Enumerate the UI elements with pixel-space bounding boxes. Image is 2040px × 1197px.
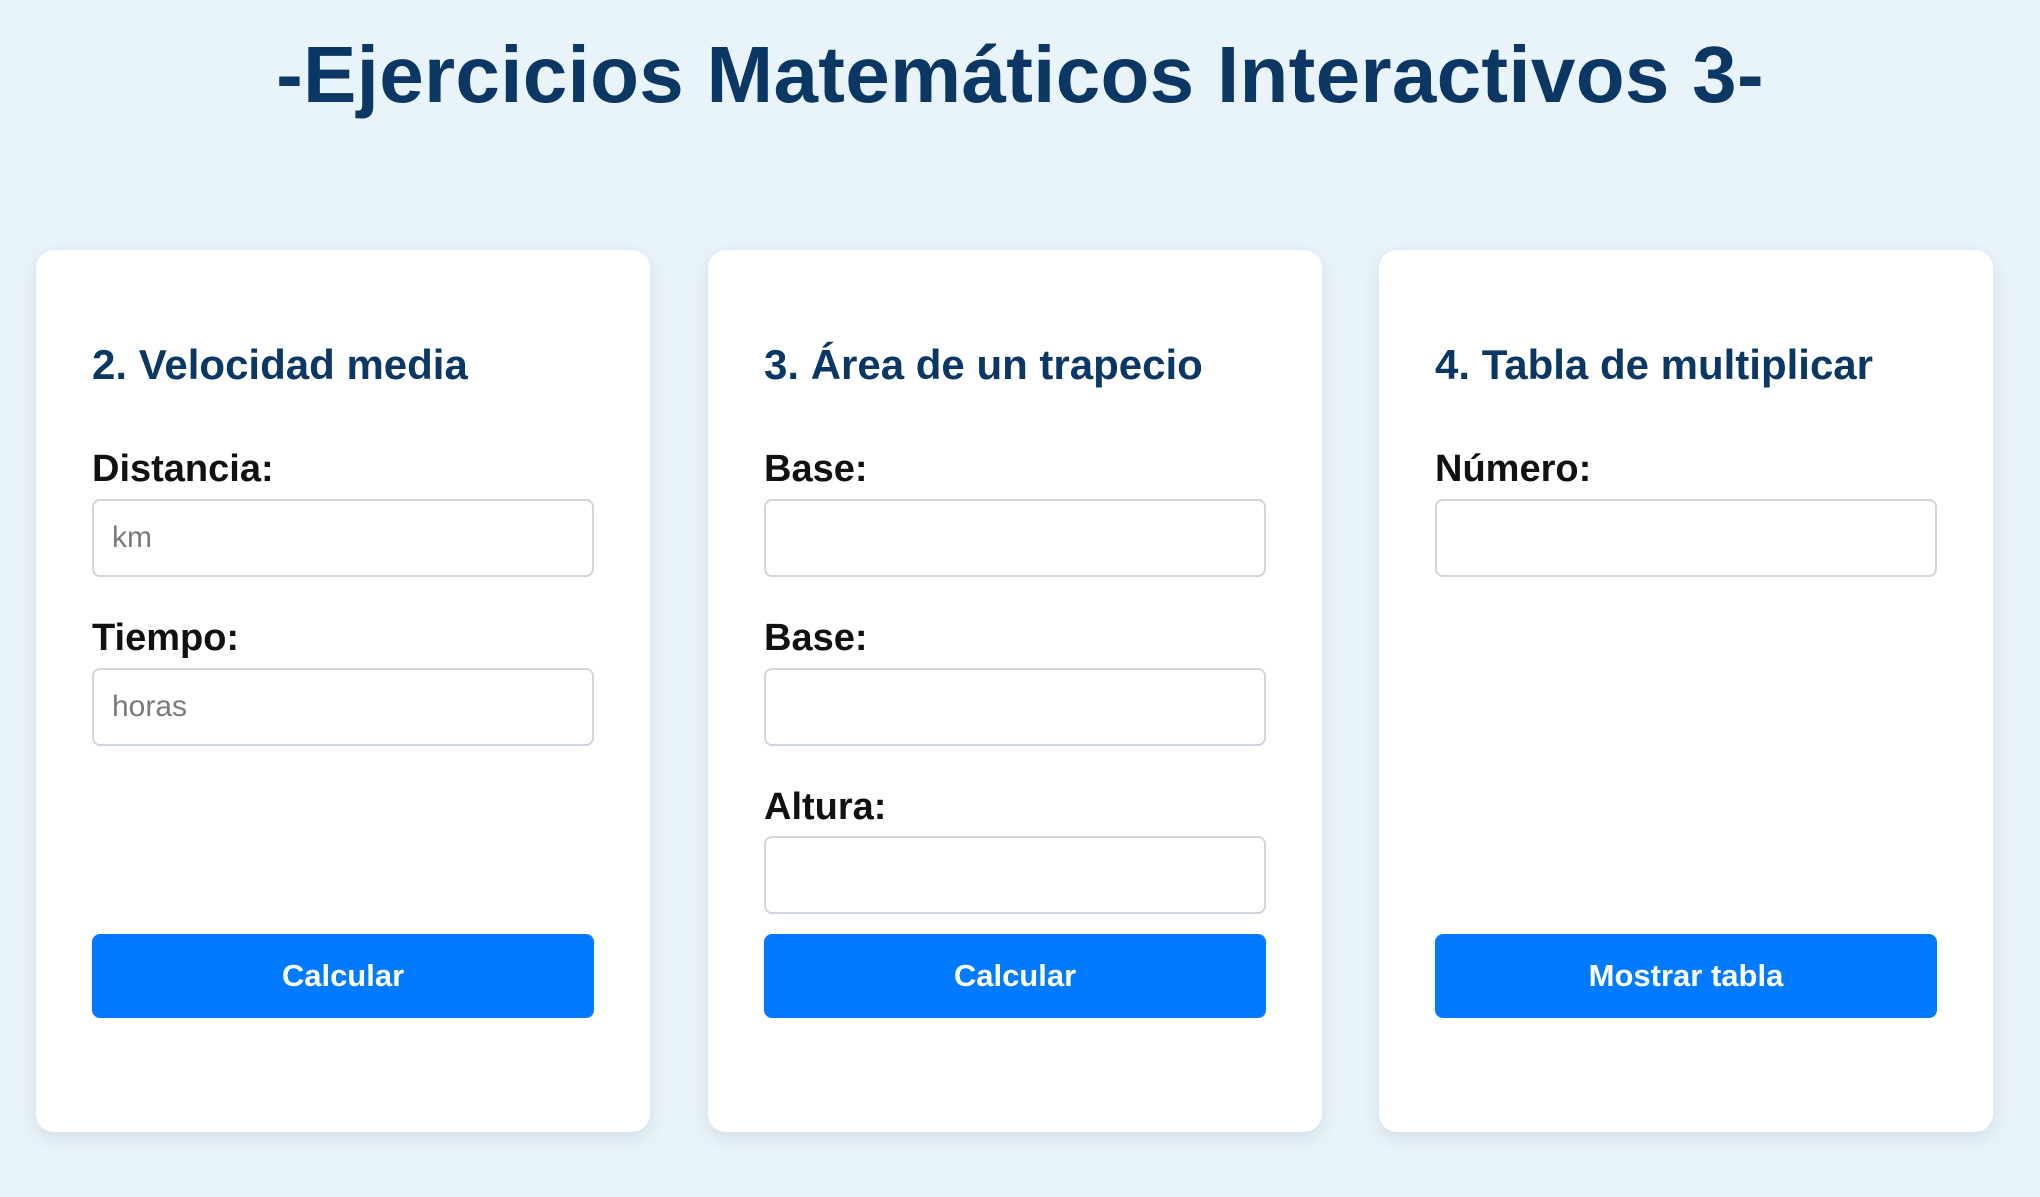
tiempo-label: Tiempo: (92, 617, 240, 659)
card-title: 4. Tabla de multiplicar (1435, 341, 1874, 388)
mostrar-tabla-button[interactable]: Mostrar tabla (1435, 934, 1937, 1018)
numero-label: Número: (1435, 448, 1592, 490)
calcular-velocidad-button[interactable]: Calcular (92, 934, 594, 1018)
card-area-trapecio: 3. Área de un trapecio Base: Base: Altur… (708, 250, 1322, 1132)
page-title: -Ejercicios Matemáticos Interactivos 3- (276, 30, 1764, 119)
distancia-input[interactable] (92, 499, 594, 577)
card-tabla-multiplicar: 4. Tabla de multiplicar Número: Mostrar … (1379, 250, 1993, 1132)
distancia-label: Distancia: (92, 448, 274, 490)
base-mayor-label: Base: (764, 448, 868, 490)
card-title: 3. Área de un trapecio (764, 341, 1203, 388)
tiempo-input[interactable] (92, 668, 594, 746)
numero-input[interactable] (1435, 499, 1937, 577)
calcular-area-button[interactable]: Calcular (764, 934, 1266, 1018)
base-mayor-input[interactable] (764, 499, 1266, 577)
base-menor-input[interactable] (764, 668, 1266, 746)
card-velocidad-media: 2. Velocidad media Distancia: Tiempo: Ca… (36, 250, 650, 1132)
card-title: 2. Velocidad media (92, 341, 468, 388)
altura-label: Altura: (764, 786, 887, 828)
altura-input[interactable] (764, 836, 1266, 914)
base-menor-label: Base: (764, 617, 868, 659)
